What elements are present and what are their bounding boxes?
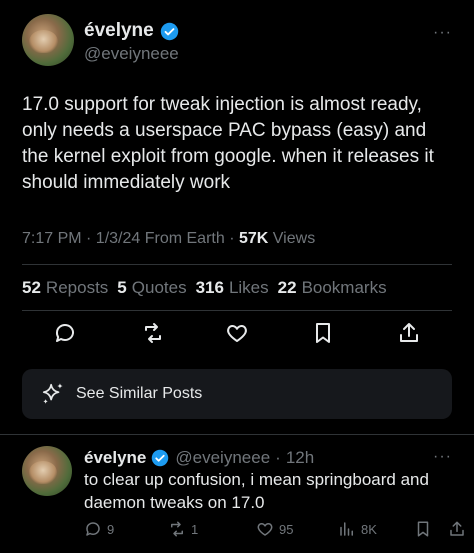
divider [0,434,474,435]
more-options-icon[interactable]: ··· [433,24,452,42]
like-icon[interactable] [222,318,252,348]
reposts-stat[interactable]: 52 Reposts [22,278,108,298]
likes-label: Likes [228,278,269,297]
verified-badge-icon [160,22,179,41]
author-name-row: évelyne [84,20,179,42]
reposts-label: Reposts [45,278,109,297]
see-similar-posts-label: See Similar Posts [76,385,203,402]
reply-share-icon[interactable] [448,520,466,538]
tweet-header: évelyne @eveiyneee ··· [22,14,462,70]
views-count: 57K [238,230,269,247]
sparkle-icon [40,381,66,407]
tweet-actions-bar [22,318,452,354]
engagement-stats: 52 Reposts 5 Quotes 316 Likes 22 Bookmarks [22,278,391,298]
reply-replies-count: 9 [107,521,115,537]
quotes-label: Quotes [131,278,187,297]
bookmarks-label: Bookmarks [301,278,387,297]
reply-icon[interactable] [50,318,80,348]
reply-header: évelyne @eveiyneee · 12h [84,448,314,468]
reply-views-action[interactable]: 8K [338,520,377,538]
tweet-timestamp[interactable]: 7:17 PM · 1/3/24 From Earth · [22,230,235,247]
reply-author-handle[interactable]: @eveiyneee [175,448,270,468]
bookmarks-count: 22 [277,278,297,297]
reply-author-avatar[interactable] [22,446,72,496]
quotes-count: 5 [117,278,127,297]
reply-likes-count: 95 [279,521,294,537]
divider [22,264,452,265]
reply-author-name[interactable]: évelyne [84,448,146,468]
share-icon[interactable] [394,318,424,348]
reply-text: to clear up confusion, i mean springboar… [84,470,429,512]
reply-like-action[interactable]: 95 [256,520,293,538]
reply-actions-bar: 9 1 95 8K [84,520,464,544]
see-similar-posts-button[interactable]: See Similar Posts [22,369,452,419]
reply-reposts-count: 1 [191,521,199,537]
verified-badge-icon [151,449,170,468]
repost-icon[interactable] [138,318,168,348]
author-handle[interactable]: @eveiyneee [84,44,179,64]
reply-more-options-icon[interactable]: ··· [433,448,452,466]
reply-icon [84,520,102,538]
reposts-count: 52 [22,278,41,297]
divider [22,310,452,311]
tweet-text: 17.0 support for tweak injection is almo… [22,94,434,193]
reply-bookmark-icon[interactable] [414,520,432,538]
views-label: Views [272,230,316,247]
reply-tweet[interactable]: évelyne @eveiyneee · 12h ··· to clear up… [22,446,464,551]
reply-repost-action[interactable]: 1 [168,520,198,538]
reply-reply-action[interactable]: 9 [84,520,114,538]
tweet-meta: 7:17 PM · 1/3/24 From Earth · 57K Views [22,230,315,248]
reply-time[interactable]: 12h [286,448,314,468]
author-name[interactable]: évelyne [84,20,154,42]
repost-icon [168,520,186,538]
quotes-stat[interactable]: 5 Quotes [117,278,186,298]
likes-stat[interactable]: 316 Likes [196,278,269,298]
bookmark-icon[interactable] [308,318,338,348]
like-icon [256,520,274,538]
views-icon [338,520,356,538]
author-avatar[interactable] [22,14,74,66]
bookmarks-stat[interactable]: 22 Bookmarks [278,278,387,298]
likes-count: 316 [195,278,224,297]
reply-views-count: 8K [361,521,377,537]
reply-separator: · [275,448,281,467]
